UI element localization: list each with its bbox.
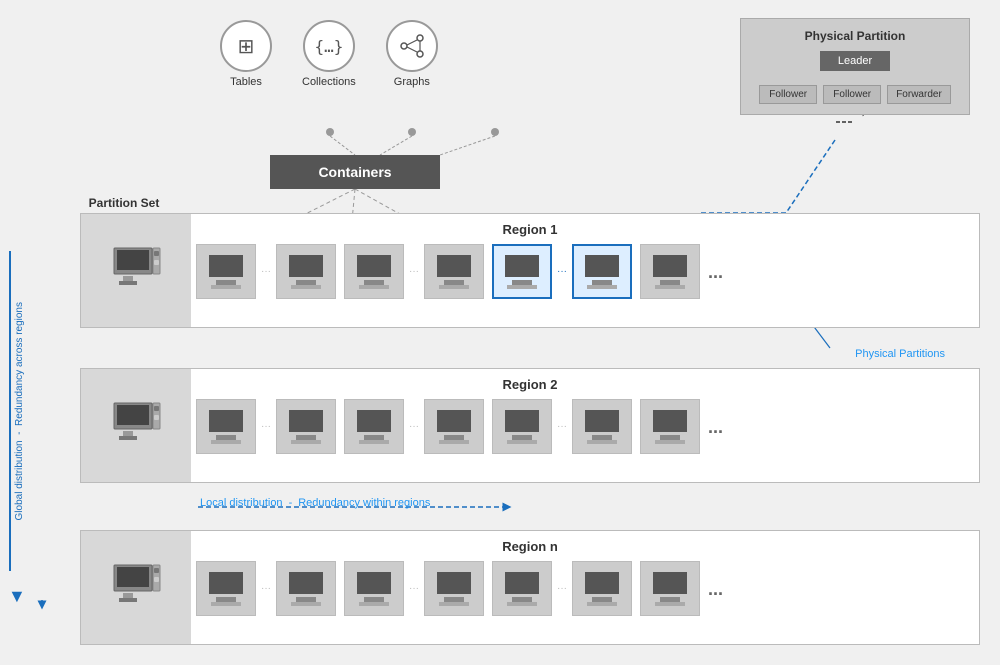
local-dist-label: Local distribution [200, 497, 283, 509]
graphs-icon-item: Graphs [386, 20, 438, 88]
server-rn-6 [572, 561, 632, 616]
srv-group-rn-1: ··· [196, 561, 336, 616]
ellipsis-rn: ... [708, 580, 723, 598]
forwarder-box: Forwarder [887, 85, 951, 104]
srv-group-rn-3: ··· [492, 561, 632, 616]
server-rn-5 [492, 561, 552, 616]
ps-server-group-1 [109, 246, 164, 296]
local-dist-sublabel: Redundancy within regions [298, 497, 430, 509]
srv-group-rn-2: ··· [344, 561, 484, 616]
server-r2-6 [572, 399, 632, 454]
follower-box-2: Follower [823, 85, 881, 104]
server-r2-4 [424, 399, 484, 454]
server-rn-3 [344, 561, 404, 616]
collections-icon: {…} [303, 20, 355, 72]
partition-set-col-1 [81, 214, 191, 327]
server-r2-1 [196, 399, 256, 454]
server-r1-3 [344, 244, 404, 299]
server-rn-2 [276, 561, 336, 616]
diagram-container: ⊞ Tables {…} Collections Graphs Contain [0, 0, 1000, 665]
ellipsis-r1: ... [708, 263, 723, 281]
region-n-box: Region n ··· [80, 530, 980, 645]
region-1-box: Region 1 ··· [80, 213, 980, 328]
server-r1-5-hl [492, 244, 552, 299]
leader-box: Leader [820, 51, 890, 71]
srv-group-r1-2: ··· [344, 244, 484, 299]
server-rn-1 [196, 561, 256, 616]
server-r2-3 [344, 399, 404, 454]
region-2-servers-row: ··· ··· ··· ... [196, 399, 964, 454]
global-distribution-label: Global distribution - Redundancy across … [14, 302, 25, 520]
partition-set-col-2 [81, 369, 191, 482]
follower-box-1: Follower [759, 85, 817, 104]
physical-partition-title: Physical Partition [751, 29, 959, 43]
collections-icon-item: {…} Collections [302, 20, 356, 88]
tables-label: Tables [230, 76, 262, 88]
server-r1-6-hl [572, 244, 632, 299]
region-n-servers-row: ··· ··· ··· ... [196, 561, 964, 616]
global-distribution-arrow: ▼ [8, 587, 26, 605]
region-n-title: Region n [81, 539, 979, 554]
containers-label: Containers [318, 164, 391, 180]
collections-label: Collections [302, 76, 356, 88]
local-distribution-area: Local distribution - Redundancy within r… [200, 497, 430, 509]
ps-server-group-2 [109, 401, 164, 451]
server-r2-2 [276, 399, 336, 454]
ellipsis-r2: ... [708, 418, 723, 436]
server-rn-7 [640, 561, 700, 616]
server-rn-4 [424, 561, 484, 616]
srv-group-rn-last [640, 561, 700, 616]
graphs-label: Graphs [394, 76, 430, 88]
region-1-title: Region 1 [81, 222, 979, 237]
partition-set-col-n [81, 531, 191, 644]
top-icons-area: ⊞ Tables {…} Collections Graphs [220, 20, 438, 88]
srv-group-r2-2: ··· [344, 399, 484, 454]
tables-icon-item: ⊞ Tables [220, 20, 272, 88]
srv-group-r2-last [640, 399, 700, 454]
srv-group-r1-last [640, 244, 700, 299]
server-r1-7 [640, 244, 700, 299]
srv-group-r2-1: ··· [196, 399, 336, 454]
server-r2-5 [492, 399, 552, 454]
server-r2-7 [640, 399, 700, 454]
srv-group-r2-3: ··· [492, 399, 632, 454]
region-1-servers-row: ··· ··· ··· ... [196, 244, 964, 299]
physical-partitions-label: Physical Partitions [855, 348, 945, 360]
server-r1-1 [196, 244, 256, 299]
global-distribution-area: Global distribution - Redundancy across … [8, 235, 26, 605]
ps-server-group-n [109, 563, 164, 613]
region-2-title: Region 2 [81, 377, 979, 392]
follower-row: Follower Follower Forwarder [751, 85, 959, 104]
region-2-box: Region 2 ··· [80, 368, 980, 483]
srv-group-r1-highlighted: ··· [492, 244, 632, 299]
containers-box: Containers [270, 155, 440, 189]
physical-partition-box: Physical Partition Leader Follower Follo… [740, 18, 970, 115]
graphs-icon [386, 20, 438, 72]
local-dist-separator: - [289, 497, 293, 509]
server-r1-2 [276, 244, 336, 299]
partition-set-label: Partition Set [84, 196, 164, 212]
server-r1-4 [424, 244, 484, 299]
srv-group-r1-1: ··· [196, 244, 336, 299]
tables-icon: ⊞ [220, 20, 272, 72]
